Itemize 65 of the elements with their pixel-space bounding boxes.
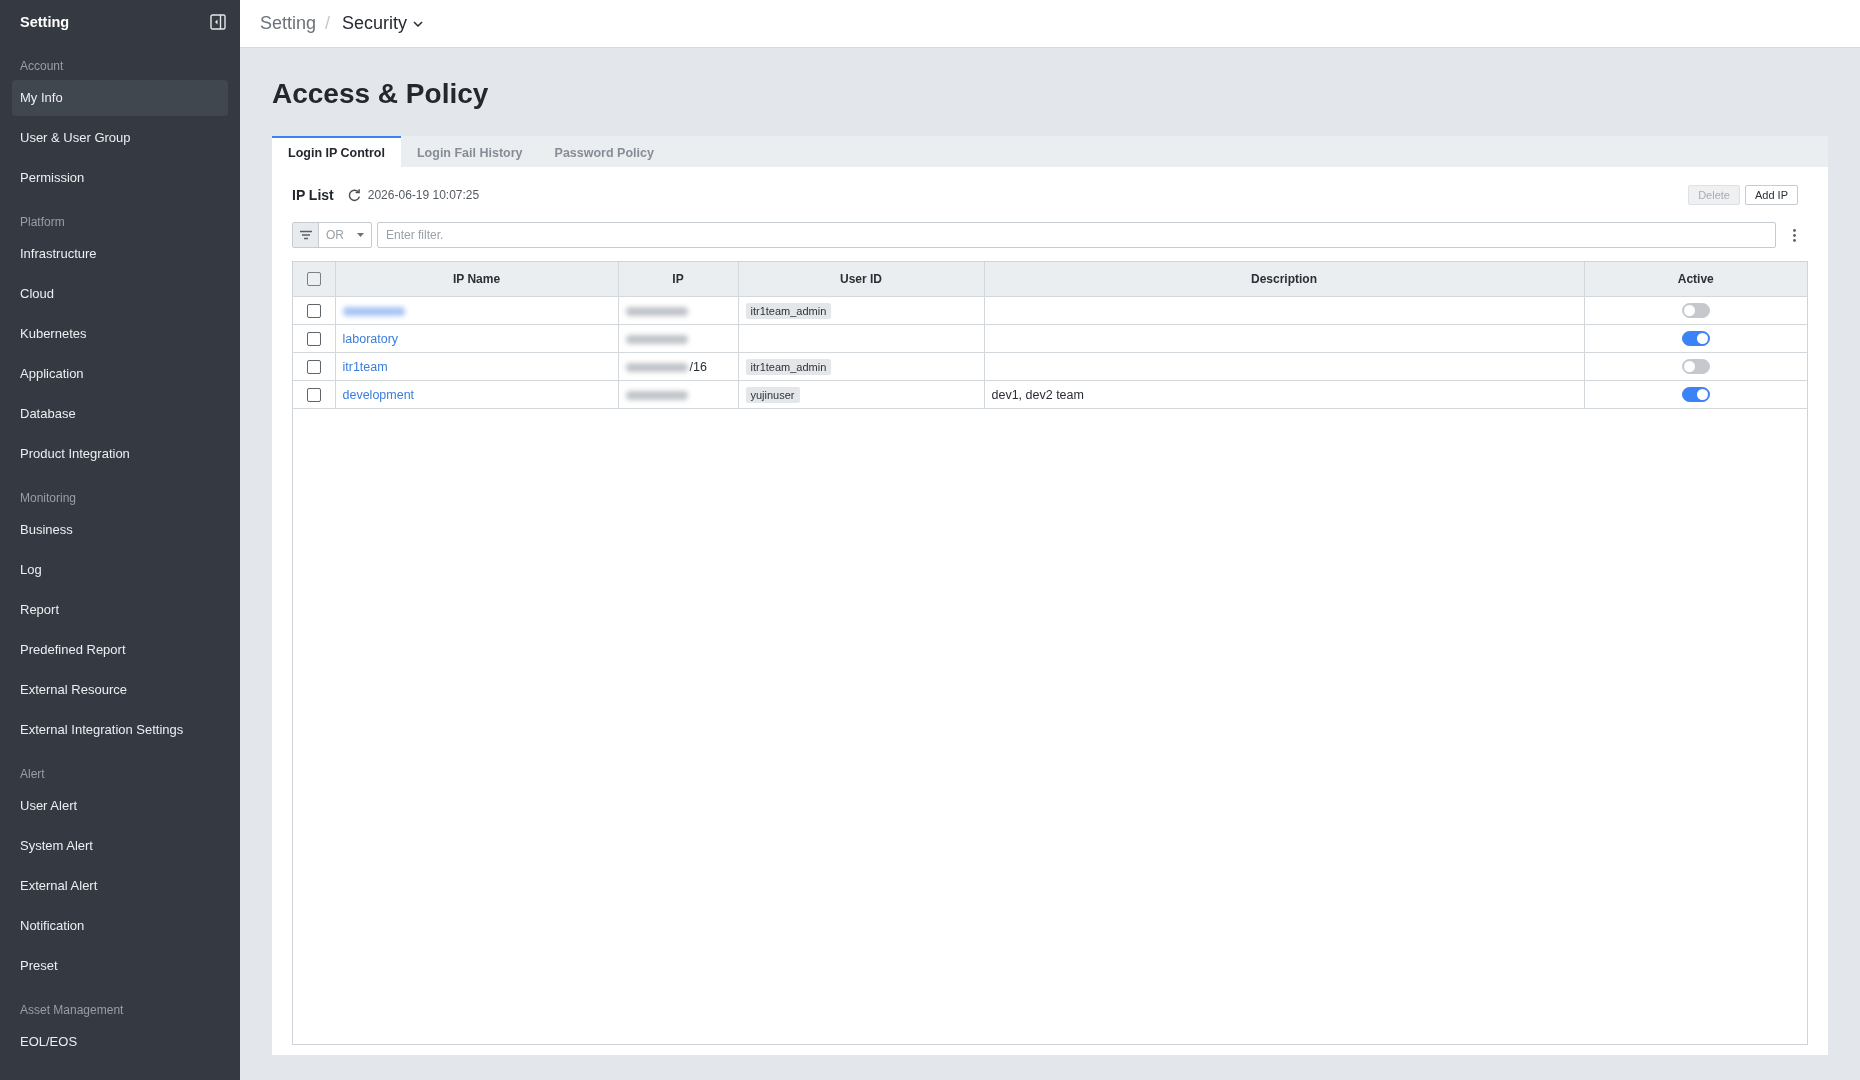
tab[interactable]: Login IP Control — [272, 136, 401, 167]
toggle-switch[interactable] — [1681, 303, 1710, 319]
section-title: IP List — [292, 187, 334, 203]
sidebar-item[interactable]: External Integration Settings — [12, 712, 228, 748]
sidebar-item[interactable]: Permission — [12, 160, 228, 196]
column-header: Description — [1251, 272, 1317, 286]
sidebar-item[interactable]: Report — [12, 592, 228, 628]
sidebar-item[interactable]: Business — [12, 512, 228, 548]
user-id-tag: yujinuser — [745, 386, 800, 403]
breadcrumb-dropdown[interactable]: Security — [342, 13, 424, 34]
page-title: Access & Policy — [272, 77, 490, 111]
sidebar-section-heading: Alert — [19, 766, 46, 783]
sidebar-section-heading: Monitoring — [19, 490, 78, 507]
ip-name-link[interactable]: itr1team — [342, 359, 388, 374]
column-header: Active — [1677, 272, 1714, 286]
sidebar-item[interactable]: Cloud — [12, 276, 228, 312]
sidebar-section-heading: Asset Management — [19, 1002, 125, 1019]
checkbox[interactable] — [306, 387, 321, 402]
sidebar-section-heading: Account — [19, 58, 65, 75]
ip-suffix: /16 — [689, 359, 707, 374]
checkbox[interactable] — [306, 331, 321, 346]
refresh-icon[interactable] — [346, 187, 362, 203]
breadcrumb-link[interactable]: Setting — [260, 13, 317, 34]
sidebar-item[interactable]: Database — [12, 396, 228, 432]
sidebar-item[interactable]: EOL/EOS — [12, 1024, 228, 1060]
sidebar-item[interactable]: System Alert — [12, 828, 228, 864]
sidebar-item[interactable]: User Alert — [12, 788, 228, 824]
sidebar-item[interactable]: Product Integration — [12, 436, 228, 472]
sidebar-item[interactable]: External Resource — [12, 672, 228, 708]
sidebar-item[interactable]: Application — [12, 356, 228, 392]
ip-name-link[interactable]: development — [342, 387, 415, 402]
description-text: dev1, dev2 team — [991, 387, 1084, 402]
filter-input[interactable]: Enter filter. — [377, 222, 1776, 248]
column-header: IP Name — [452, 272, 501, 286]
sidebar-item[interactable]: Infrastructure — [12, 236, 228, 272]
user-id-tag: itr1team_admin — [745, 302, 832, 319]
chevron-down-icon — [413, 20, 424, 27]
action-button[interactable]: Add IP — [1744, 185, 1798, 205]
vertical-dots-icon — [1793, 228, 1796, 242]
ip-name-link[interactable]: laboratory — [342, 331, 399, 346]
breadcrumb-separator: / — [325, 13, 331, 34]
filter-button[interactable] — [293, 223, 319, 247]
toggle-switch[interactable] — [1681, 331, 1710, 347]
caret-down-icon — [357, 233, 364, 237]
sidebar-item[interactable]: Kubernetes — [12, 316, 228, 352]
sidebar-item[interactable]: Predefined Report — [12, 632, 228, 668]
sidebar-item[interactable]: User & User Group — [12, 120, 228, 156]
user-id-tag: itr1team_admin — [745, 358, 832, 375]
checkbox[interactable] — [306, 272, 321, 287]
column-header: User ID — [840, 272, 882, 286]
panel-collapse-icon[interactable] — [210, 14, 226, 30]
filter-icon — [299, 230, 312, 240]
column-header: IP — [672, 272, 684, 286]
sidebar-item[interactable]: Preset — [12, 948, 228, 984]
sidebar-item[interactable]: External Alert — [12, 868, 228, 904]
sidebar-title: Setting — [20, 14, 70, 30]
sidebar-section-heading: Platform — [19, 214, 66, 231]
toggle-switch[interactable] — [1681, 359, 1710, 375]
sidebar-item[interactable]: Notification — [12, 908, 228, 944]
checkbox[interactable] — [306, 303, 321, 318]
checkbox[interactable] — [306, 359, 321, 374]
sidebar-item[interactable]: Log — [12, 552, 228, 588]
sidebar-item[interactable]: My Info — [12, 80, 228, 116]
last-updated-time: 2026-06-19 10:07:25 — [367, 188, 480, 202]
toggle-switch[interactable] — [1681, 387, 1710, 403]
